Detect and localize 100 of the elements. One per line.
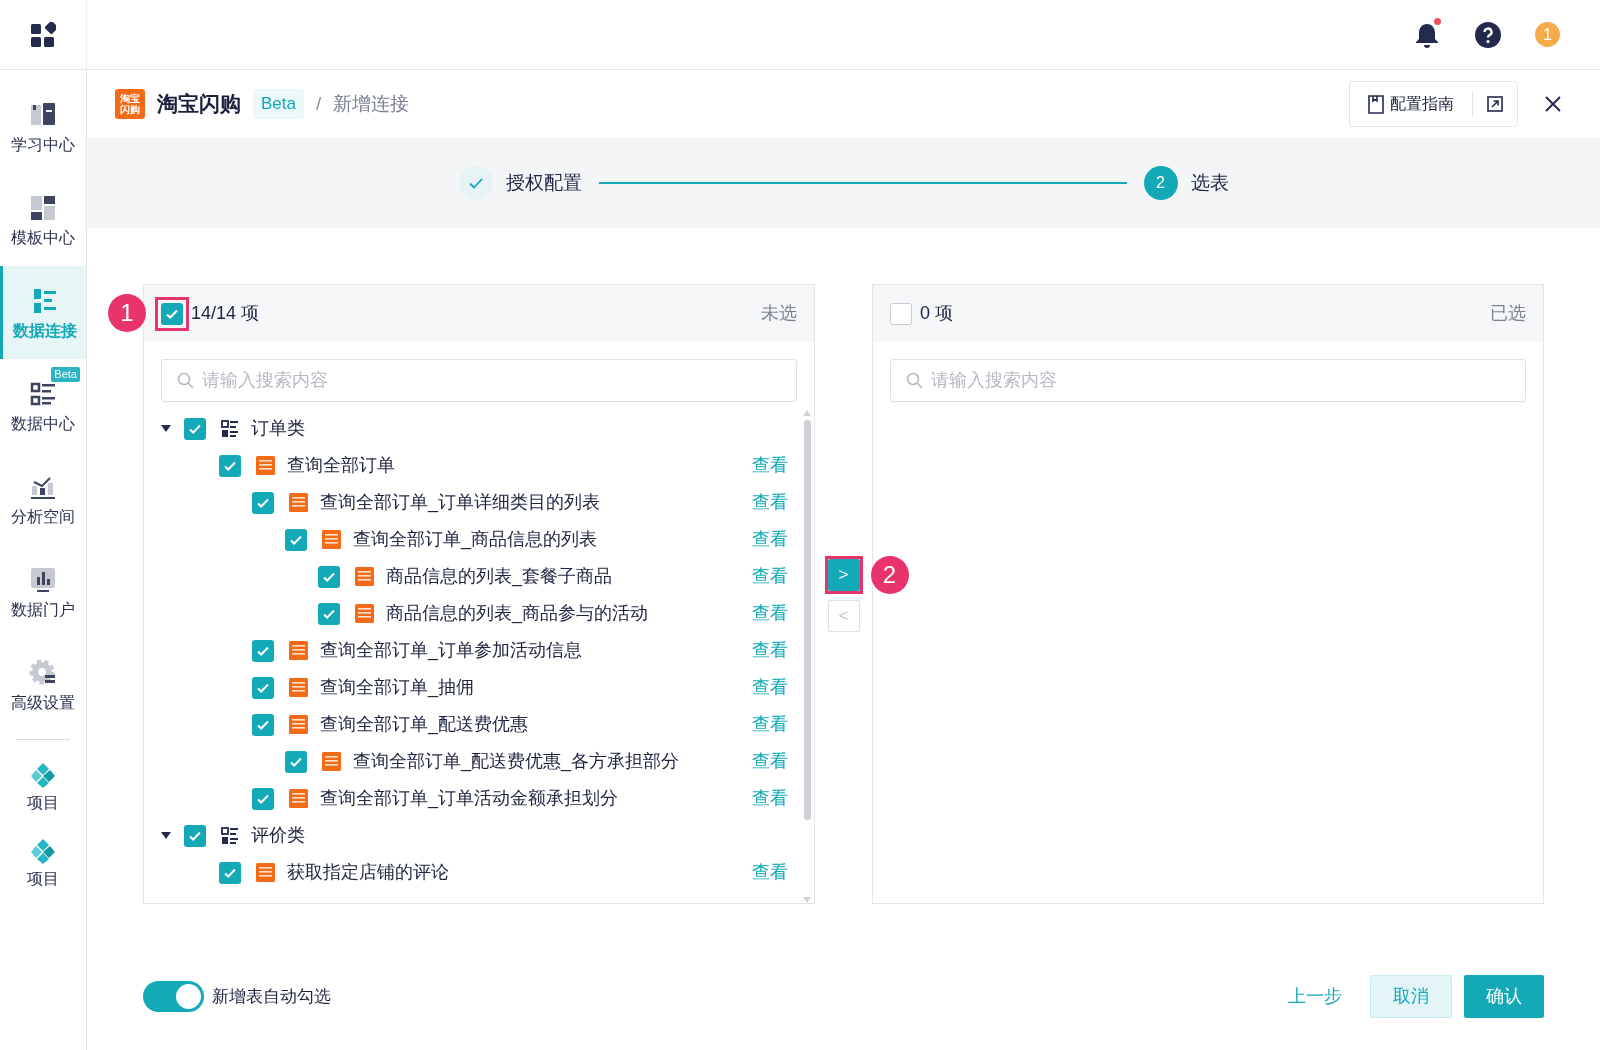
table-icon [289, 715, 308, 734]
transfer-button[interactable]: > [827, 559, 860, 591]
external-link-icon [1487, 96, 1503, 112]
caret-down-icon[interactable] [161, 425, 171, 432]
sidebar-item[interactable]: 数据门户 [0, 545, 86, 638]
checkbox[interactable] [252, 787, 274, 810]
table-icon [322, 530, 341, 549]
logo: 淘宝 闪购 [115, 89, 145, 119]
table-name: 查询全部订单_商品信息的列表 [353, 528, 597, 552]
view-link[interactable]: 查看 [752, 489, 788, 516]
sidebar-item[interactable]: 分析空间 [0, 452, 86, 545]
chart-icon [29, 565, 57, 594]
table-name: 查询全部订单_订单参加活动信息 [320, 639, 582, 663]
table-icon [256, 863, 275, 882]
breadcrumb-separator: / [316, 91, 322, 116]
view-link[interactable]: 查看 [752, 563, 788, 590]
toggle-switch[interactable] [143, 981, 204, 1012]
table-icon [322, 752, 341, 771]
sidebar-item[interactable]: 学习中心 [0, 80, 86, 173]
search-field[interactable]: 请输入搜索内容 [161, 359, 797, 402]
item-count: 14/14 项 [191, 302, 260, 325]
table-icon [355, 567, 374, 586]
beta-badge: Beta [253, 89, 304, 119]
search-icon [177, 372, 194, 389]
view-link[interactable]: 查看 [752, 637, 788, 664]
cancel-button[interactable]: 取消 [1370, 975, 1452, 1018]
category-icon [221, 826, 239, 845]
table-name: 查询全部订单_配送费优惠_各方承担部分 [353, 750, 680, 774]
sidebar-item[interactable]: 模板中心 [0, 173, 86, 266]
table-name: 查询全部订单 [287, 454, 395, 477]
table-name: 商品信息的列表_套餐子商品 [386, 565, 612, 589]
checkbox[interactable] [318, 565, 340, 588]
apps-icon[interactable] [30, 21, 56, 48]
confirm-button[interactable]: 确认 [1464, 975, 1544, 1018]
step-label: 授权配置 [505, 170, 582, 195]
annotation-marker: 1 [108, 294, 146, 332]
book-icon [1368, 94, 1384, 114]
panel-title: 未选 [761, 302, 797, 325]
close-button[interactable] [1544, 95, 1562, 113]
search-icon [906, 372, 923, 389]
table-name: 查询全部订单_配送费优惠 [320, 713, 528, 737]
breadcrumb-item: 新增连接 [333, 91, 410, 116]
checkbox[interactable] [252, 713, 274, 736]
step-number: 2 [1143, 166, 1178, 200]
category-icon [221, 419, 239, 438]
sidebar-item[interactable]: 高级设置 [0, 638, 86, 731]
checkbox[interactable] [161, 302, 183, 325]
guide-button[interactable]: 配置指南 [1350, 82, 1472, 126]
view-link[interactable]: 查看 [752, 859, 788, 886]
view-link[interactable]: 查看 [752, 600, 788, 627]
checkbox[interactable] [219, 861, 241, 884]
table-icon [289, 641, 308, 660]
table-name: 查询全部订单_订单详细类目的列表 [320, 491, 600, 515]
table-icon [289, 789, 308, 808]
step-label: 选表 [1190, 170, 1229, 195]
view-link[interactable]: 查看 [752, 674, 788, 701]
checkbox[interactable] [184, 417, 206, 440]
annotation-marker: 2 [870, 556, 909, 594]
checkbox[interactable] [285, 528, 307, 551]
toggle-label: 新增表自动勾选 [212, 985, 331, 1008]
table-name: 订单类 [251, 417, 305, 440]
checkbox[interactable] [252, 491, 274, 514]
table-icon [256, 456, 275, 475]
help-icon[interactable] [1475, 21, 1501, 48]
sidebar-item[interactable]: 项目 [0, 824, 86, 900]
checkbox[interactable] [252, 639, 274, 662]
checkbox[interactable] [252, 676, 274, 699]
table-icon [355, 604, 374, 623]
checkbox[interactable] [184, 824, 206, 847]
scroll-down-icon[interactable] [803, 897, 811, 903]
table-name: 获取指定店铺的评论 [287, 861, 449, 884]
checkbox[interactable] [285, 750, 307, 773]
view-link[interactable]: 查看 [752, 748, 788, 775]
search-field[interactable]: 请输入搜索内容 [890, 359, 1526, 402]
table-name: 商品信息的列表_商品参与的活动 [386, 602, 648, 626]
view-link[interactable]: 查看 [752, 526, 788, 553]
close-icon [1544, 95, 1562, 113]
checkbox[interactable] [219, 454, 241, 477]
sidebar-item[interactable]: Beta 数据中心 [0, 359, 86, 452]
scrollbar-thumb[interactable] [803, 420, 811, 820]
caret-down-icon[interactable] [161, 832, 171, 839]
gear-icon [29, 658, 57, 687]
avatar[interactable]: 1 [1535, 22, 1560, 47]
sidebar-item[interactable]: 数据连接 [0, 266, 86, 359]
table-name: 查询全部订单_订单活动金额承担划分 [320, 787, 618, 811]
diamond-icon [29, 761, 57, 789]
sidebar-item[interactable]: 项目 [0, 748, 86, 824]
table-icon [289, 678, 308, 697]
view-link[interactable]: 查看 [752, 452, 788, 479]
checkbox[interactable] [890, 302, 912, 325]
diamond-icon [29, 837, 57, 865]
view-link[interactable]: 查看 [752, 711, 788, 738]
beta-badge: Beta [51, 367, 80, 382]
checkbox[interactable] [318, 602, 340, 625]
item-count: 0 项 [920, 302, 953, 325]
view-link[interactable]: 查看 [752, 785, 788, 812]
table-name: 查询全部订单_抽佣 [320, 676, 474, 700]
table-name: 评价类 [251, 824, 305, 847]
scroll-up-icon[interactable] [803, 410, 811, 416]
back-button[interactable]: 上一步 [1276, 983, 1354, 1010]
